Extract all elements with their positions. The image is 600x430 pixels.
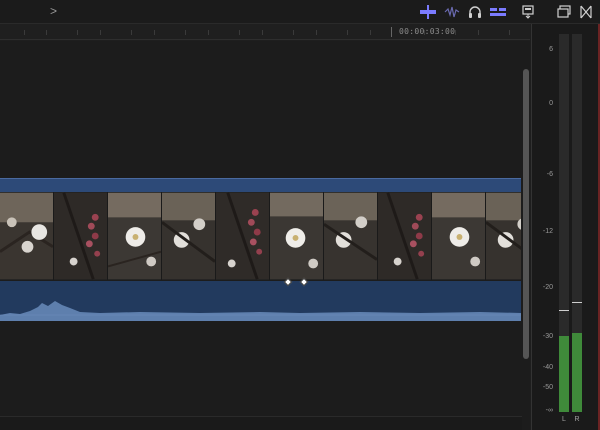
- meter-left-peak: [559, 310, 569, 311]
- timeline-ruler[interactable]: 00:00:03:00: [0, 24, 530, 40]
- meter-channel-label: L: [562, 416, 566, 423]
- solo-icon[interactable]: [490, 5, 506, 19]
- meter-right-channel: [572, 34, 582, 412]
- meter-scale-label: -∞: [545, 407, 553, 414]
- meter-left-channel: [559, 34, 569, 412]
- filmstrip-frame: [270, 192, 324, 280]
- meter-scale-label: -30: [542, 333, 553, 340]
- clip-title-bar[interactable]: [0, 178, 521, 192]
- video-clip[interactable]: [0, 178, 521, 324]
- meter-right-peak: [572, 302, 582, 303]
- filmstrip-frame: [486, 192, 521, 280]
- ruler-major-tick: [391, 27, 392, 37]
- filmstrip-frame: [324, 192, 378, 280]
- audio-meters-panel: 6 0 -6 -12 -20 -30 -40 -50 -∞ L R: [531, 24, 600, 430]
- filmstrip-frame: [378, 192, 432, 280]
- skimming-icon[interactable]: [444, 5, 460, 19]
- window-layout-icon[interactable]: [556, 5, 572, 19]
- meter-scale-label: -12: [542, 228, 553, 235]
- meter-scale-label: 6: [549, 46, 553, 53]
- meter-scale-label: -6: [546, 171, 553, 178]
- clip-filmstrip[interactable]: [0, 192, 521, 280]
- meter-channel-label: R: [574, 416, 580, 423]
- headphones-icon[interactable]: [467, 5, 483, 19]
- filmstrip-frame: [432, 192, 486, 280]
- filmstrip-frame: [54, 192, 108, 280]
- clip-audio-waveform[interactable]: [0, 281, 521, 321]
- filmstrip-frame: [108, 192, 162, 280]
- timeline-area[interactable]: [0, 41, 522, 416]
- timeline-toolbar: >: [0, 0, 600, 24]
- timeline-vertical-scrollbar[interactable]: [522, 41, 530, 430]
- ruler-timecode: 00:00:03:00: [399, 27, 456, 36]
- timeline-appearance-icon[interactable]: [520, 5, 536, 19]
- timeline-bottom-bar: [0, 416, 522, 430]
- scrollbar-thumb[interactable]: [523, 69, 529, 359]
- meter-scale-label: -20: [542, 284, 553, 291]
- filmstrip-frame: [216, 192, 270, 280]
- clip-connect-icon[interactable]: [578, 5, 594, 19]
- audio-skimming-icon[interactable]: [420, 5, 436, 19]
- meter-left-level: [559, 336, 569, 412]
- meter-scale-label: -40: [542, 364, 553, 371]
- filmstrip-frame: [162, 192, 216, 280]
- meter-scale-label: -50: [542, 384, 553, 391]
- meter-scale-label: 0: [549, 100, 553, 107]
- meter-right-level: [572, 333, 582, 412]
- filmstrip-frame: [0, 192, 54, 280]
- breadcrumb-chevron[interactable]: >: [50, 4, 57, 18]
